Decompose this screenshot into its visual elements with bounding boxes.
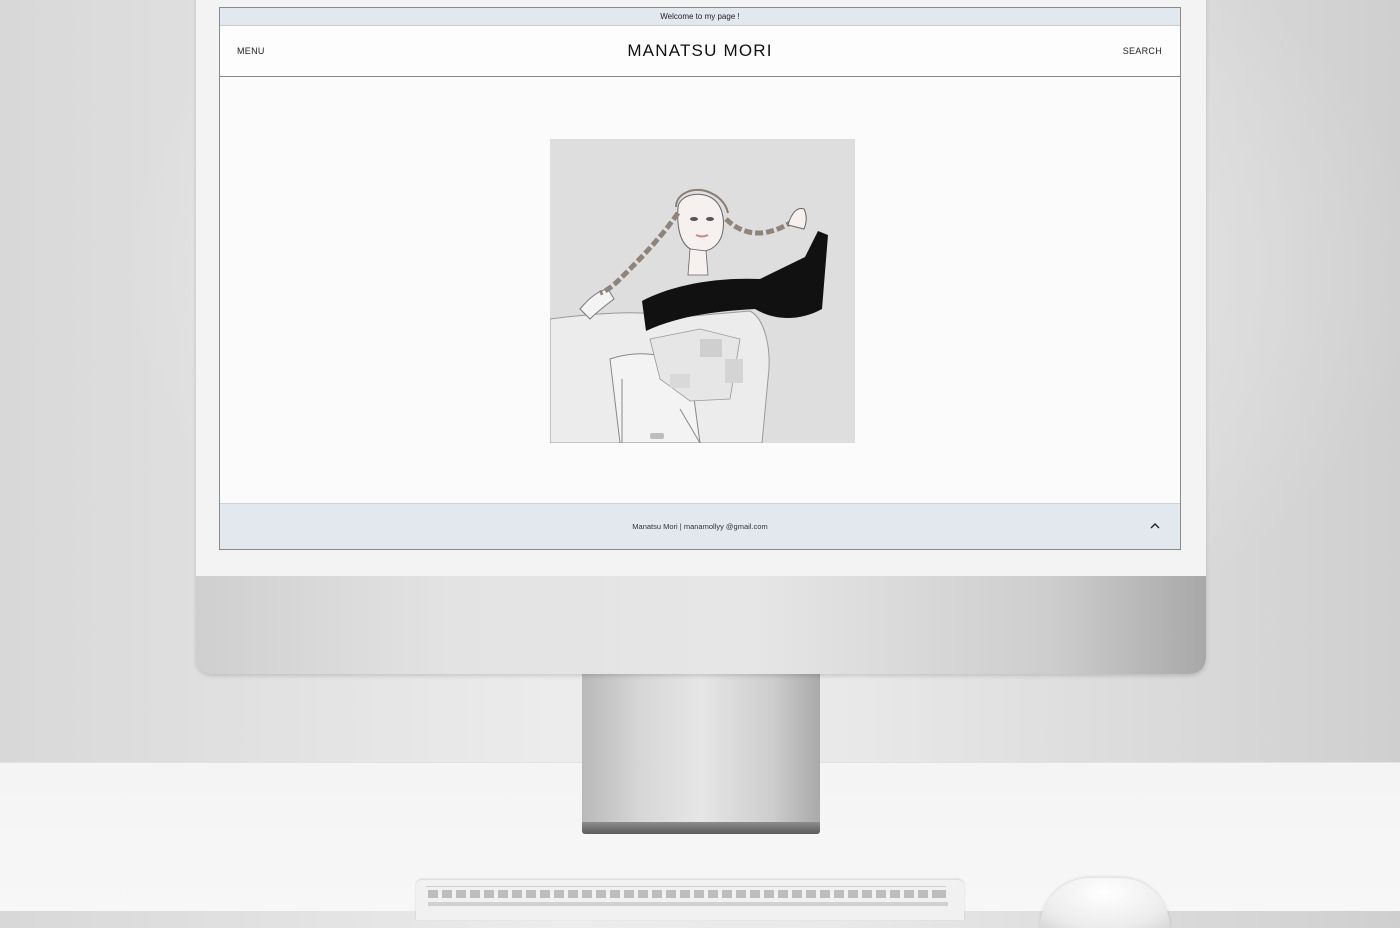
footer-credit: Manatsu Mori | manamollyy @gmail.com <box>632 522 768 531</box>
browser-screen: Welcome to my page ! MENU MANATSU MORI S… <box>219 7 1181 550</box>
keyboard <box>416 880 964 920</box>
search-button[interactable]: SEARCH <box>1123 26 1162 76</box>
illustration-image <box>550 139 855 443</box>
site-title[interactable]: MANATSU MORI <box>220 26 1180 76</box>
monitor-stand-foot <box>582 822 820 834</box>
announcement-bar: Welcome to my page ! <box>220 8 1180 26</box>
site-footer: Manatsu Mori | manamollyy @gmail.com <box>220 503 1180 549</box>
monitor-stand <box>582 672 820 824</box>
monitor-chin <box>196 576 1206 674</box>
main-content <box>220 77 1180 507</box>
site-header: MENU MANATSU MORI SEARCH <box>220 26 1180 77</box>
chevron-up-icon[interactable] <box>1148 519 1162 533</box>
featured-illustration[interactable] <box>550 139 855 443</box>
